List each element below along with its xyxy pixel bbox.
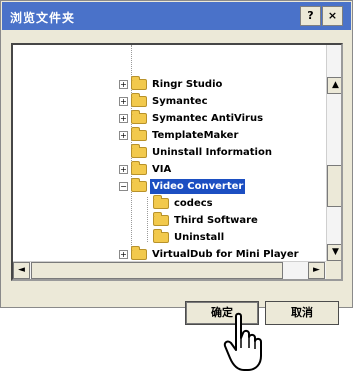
expand-icon[interactable]: + — [119, 250, 128, 259]
cancel-button[interactable]: 取消 — [265, 301, 339, 325]
tree-item[interactable]: Third Software — [13, 212, 325, 228]
expand-icon[interactable]: + — [119, 165, 128, 174]
tree-item[interactable]: + Symantec — [13, 93, 325, 109]
tree-item-label: VirtualDub for Mini Player — [152, 249, 299, 260]
expand-icon[interactable]: + — [119, 80, 128, 89]
scroll-down-button[interactable]: ▼ — [327, 244, 341, 261]
folder-icon — [153, 195, 169, 209]
scrollbar-corner — [326, 261, 341, 279]
tree-item[interactable]: + VIA — [13, 161, 325, 177]
tree-item-label: TemplateMaker — [152, 130, 239, 141]
tree-item-label: Third Software — [174, 215, 258, 226]
help-button[interactable]: ? — [300, 6, 321, 26]
folder-icon — [131, 93, 147, 107]
folder-icon — [131, 144, 147, 158]
vertical-scrollbar[interactable]: ▲ ▼ — [326, 45, 341, 261]
horizontal-scrollbar[interactable]: ◄ ► — [13, 261, 326, 279]
vertical-scroll-thumb[interactable] — [327, 165, 341, 207]
scroll-up-button[interactable]: ▲ — [327, 77, 341, 94]
tree-item-label: Symantec AntiVirus — [152, 113, 264, 124]
folder-icon — [131, 127, 147, 141]
folder-icon — [131, 246, 147, 260]
tree-item[interactable]: + Ringr Studio — [13, 76, 325, 92]
tree-item-selected[interactable]: − Video Converter — [13, 178, 325, 194]
tree-item[interactable]: Uninstall Information — [13, 144, 325, 160]
folder-open-icon — [131, 178, 147, 192]
tree-item-label: Symantec — [152, 96, 208, 107]
folder-icon — [153, 229, 169, 243]
hand-cursor-icon — [223, 312, 262, 371]
scroll-left-button[interactable]: ◄ — [13, 262, 30, 279]
tree-item-label: Ringr Studio — [152, 79, 223, 90]
title-bar: 浏览文件夹 ? × — [2, 2, 351, 30]
expand-icon[interactable]: + — [119, 131, 128, 140]
tree-item-label: VIA — [152, 164, 172, 175]
folder-icon — [131, 110, 147, 124]
folder-icon — [131, 76, 147, 90]
expand-icon[interactable]: + — [119, 114, 128, 123]
horizontal-scroll-thumb[interactable] — [31, 262, 283, 279]
window-title: 浏览文件夹 — [10, 11, 76, 25]
folder-icon — [153, 212, 169, 226]
folder-icon — [131, 161, 147, 175]
tree-item[interactable]: + Symantec AntiVirus — [13, 110, 325, 126]
tree-item-label: codecs — [174, 198, 213, 209]
browse-folder-dialog: 浏览文件夹 ? × + Ringr Studio + Symantec + Sy… — [0, 0, 353, 325]
tree-item[interactable]: Uninstall — [13, 229, 325, 245]
scroll-right-button[interactable]: ► — [308, 262, 325, 279]
collapse-icon[interactable]: − — [119, 182, 128, 191]
tree-item-label: Video Converter — [150, 179, 246, 194]
close-button[interactable]: × — [322, 6, 343, 26]
tree-item[interactable]: + VirtualDub for Mini Player — [13, 246, 325, 262]
expand-icon[interactable]: + — [119, 97, 128, 106]
tree-item[interactable]: + TemplateMaker — [13, 127, 325, 143]
tree-item[interactable]: codecs — [13, 195, 325, 211]
tree-item-label: Uninstall — [174, 232, 225, 243]
folder-tree[interactable]: + Ringr Studio + Symantec + Symantec Ant… — [11, 43, 343, 281]
tree-item-label: Uninstall Information — [152, 147, 272, 158]
